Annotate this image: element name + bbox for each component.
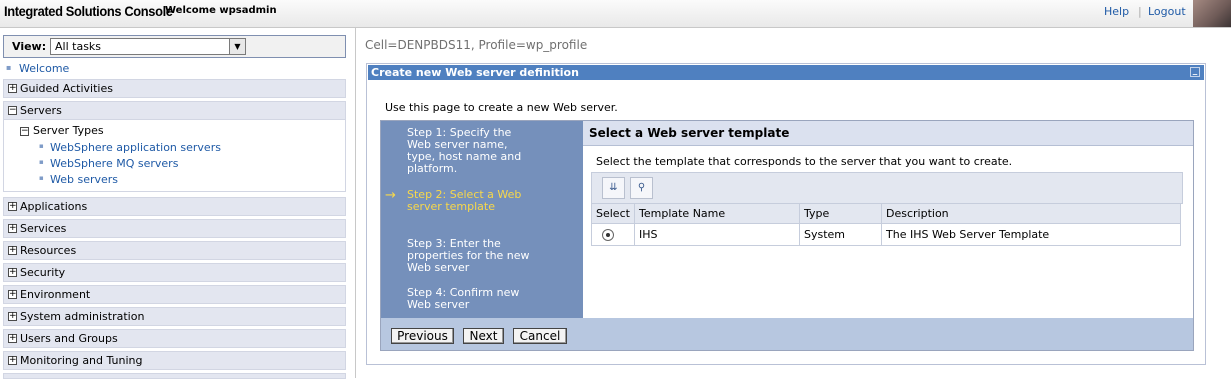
nav-section-label: System administration [20, 310, 145, 323]
nav-section-monitoring-and-tuning[interactable]: + Monitoring and Tuning [3, 351, 346, 370]
cancel-button[interactable]: Cancel [513, 328, 567, 344]
previous-button[interactable]: Previous [391, 328, 454, 344]
nav-section-services[interactable]: + Services [3, 219, 346, 238]
expand-icon[interactable]: + [8, 224, 17, 233]
nav-section-security[interactable]: + Security [3, 263, 346, 282]
navigation-pane: View: All tasks ▼ ▪ Welcome + Guided Act… [0, 28, 356, 379]
nav-section-guided-activities[interactable]: + Guided Activities [3, 79, 346, 98]
welcome-message: Welcome wpsadmin [165, 5, 277, 16]
expand-icon[interactable]: + [8, 334, 17, 343]
column-header-description: Description [881, 203, 1181, 224]
nav-section-applications[interactable]: + Applications [3, 197, 346, 216]
nav-section-label: Guided Activities [20, 82, 113, 95]
header-bar: Integrated Solutions Console Welcome wps… [0, 0, 1231, 28]
nav-section-system-administration[interactable]: + System administration [3, 307, 346, 326]
bullet-icon: ▪ [39, 158, 44, 166]
nav-link-websphere-mq-servers[interactable]: WebSphere MQ servers [50, 157, 178, 170]
template-radio-button[interactable] [602, 229, 614, 241]
portlet-title-bar: Create new Web server definition _ [368, 65, 1204, 80]
wizard-step-4: Step 4: Confirm new Web server [407, 286, 520, 311]
header-separator: | [1138, 5, 1142, 18]
nav-link-welcome[interactable]: Welcome [19, 62, 69, 75]
template-name-cell: IHS [634, 223, 800, 246]
nav-section-label: Services [20, 222, 67, 235]
next-button[interactable]: Next [463, 328, 504, 344]
view-filter: View: All tasks ▼ [3, 35, 346, 58]
expand-icon[interactable]: + [8, 202, 17, 211]
nav-section-label: Users and Groups [20, 332, 118, 345]
expand-icon[interactable]: + [8, 312, 17, 321]
logout-link[interactable]: Logout [1148, 5, 1186, 18]
template-table: Select Template Name Type Description IH… [591, 203, 1181, 246]
table-toolbar: ⇊ ⚲ [591, 172, 1183, 204]
nav-section-users-and-groups[interactable]: + Users and Groups [3, 329, 346, 348]
wizard: Step 1: Specify the Web server name, typ… [380, 120, 1194, 351]
table-header-row: Select Template Name Type Description [591, 203, 1181, 224]
expand-icon[interactable]: + [8, 246, 17, 255]
wizard-panel: Select a Web server template Select the … [583, 121, 1193, 318]
panel-title: Select a Web server template [589, 126, 790, 140]
expand-icon[interactable]: + [8, 290, 17, 299]
wizard-step-1: Step 1: Specify the Web server name, typ… [407, 126, 522, 175]
current-step-arrow-icon: → [385, 188, 396, 203]
expand-icon[interactable]: + [8, 268, 17, 277]
help-link[interactable]: Help [1104, 5, 1129, 18]
server-types-label[interactable]: Server Types [33, 124, 104, 137]
nav-section-label: Servers [20, 104, 62, 117]
expand-icon[interactable]: + [8, 84, 17, 93]
view-select[interactable]: All tasks ▼ [50, 38, 246, 55]
template-description-cell: The IHS Web Server Template [881, 223, 1181, 246]
minimize-icon[interactable]: _ [1190, 67, 1200, 77]
bullet-icon: ▪ [6, 63, 12, 72]
column-header-template-name: Template Name [634, 203, 800, 224]
nav-section-label: Monitoring and Tuning [20, 354, 143, 367]
wizard-step-2: Step 2: Select a Web server template [407, 188, 522, 213]
nav-section-label: Applications [20, 200, 88, 213]
panel-instruction: Select the template that corresponds to … [596, 155, 1013, 168]
collapse-icon[interactable]: − [8, 106, 17, 115]
chevron-down-icon[interactable]: ▼ [229, 39, 245, 54]
intro-text: Use this page to create a new Web server… [385, 101, 618, 114]
wizard-steps: Step 1: Specify the Web server name, typ… [381, 121, 583, 318]
select-all-icon[interactable]: ⇊ [602, 177, 625, 199]
nav-section-label: Security [20, 266, 66, 279]
nav-section-label: Resources [20, 244, 77, 257]
template-type-cell: System [799, 223, 882, 246]
bullet-icon: ▪ [39, 174, 44, 182]
select-cell [591, 223, 635, 246]
user-photo [1193, 0, 1231, 27]
servers-subtree: − Server Types ▪ WebSphere application s… [3, 118, 346, 192]
nav-section-environment[interactable]: + Environment [3, 285, 346, 304]
portlet-title: Create new Web server definition [371, 66, 579, 79]
wizard-step-3: Step 3: Enter the properties for the new… [407, 237, 530, 274]
cell-profile-label: Cell=DENPBDS11, Profile=wp_profile [365, 38, 588, 52]
column-header-select: Select [591, 203, 635, 224]
view-select-value: All tasks [55, 40, 102, 53]
nav-link-websphere-application-servers[interactable]: WebSphere application servers [50, 141, 221, 154]
nav-section-resources[interactable]: + Resources [3, 241, 346, 260]
bullet-icon: ▪ [39, 142, 44, 150]
app-title: Integrated Solutions Console [4, 3, 173, 19]
filter-icon[interactable]: ⚲ [630, 177, 653, 199]
panel-header: Select a Web server template [583, 121, 1193, 146]
table-row: IHS System The IHS Web Server Template [591, 223, 1181, 246]
view-label: View: [12, 40, 47, 53]
column-header-type: Type [799, 203, 882, 224]
wizard-button-bar: Previous Next Cancel [381, 318, 1193, 350]
nav-link-web-servers[interactable]: Web servers [50, 173, 118, 186]
expand-icon[interactable]: + [8, 356, 17, 365]
nav-section-partial [3, 373, 346, 379]
nav-section-label: Environment [20, 288, 91, 301]
collapse-icon[interactable]: − [20, 127, 29, 136]
